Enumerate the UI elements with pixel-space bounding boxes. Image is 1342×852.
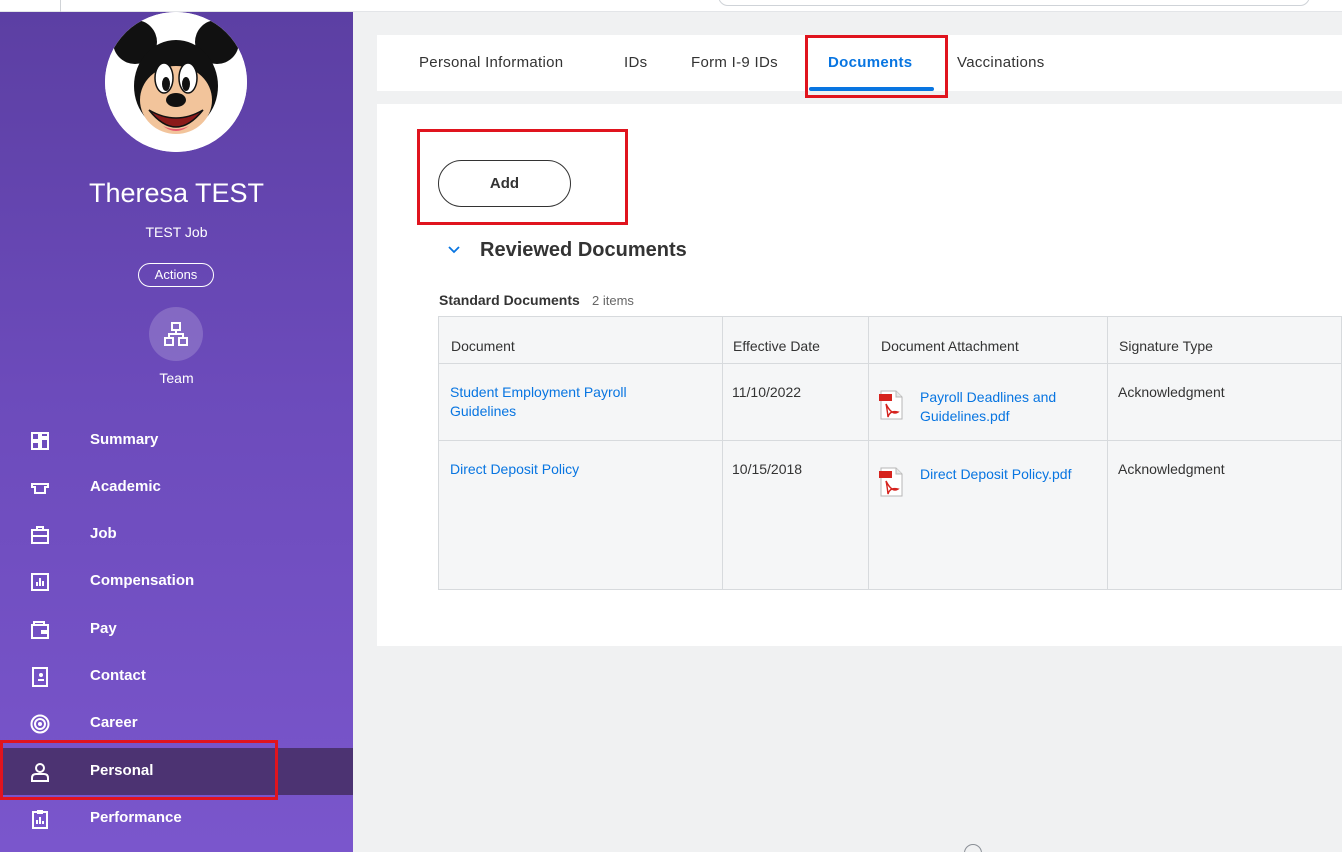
sidebar-item-performance[interactable]: Performance: [0, 795, 353, 842]
sidebar-item-label: Summary: [90, 431, 159, 448]
document-link-line: Guidelines: [450, 403, 517, 419]
tab-ids[interactable]: IDs: [624, 35, 647, 91]
add-button-highlight: [417, 129, 628, 225]
column-divider: [868, 317, 869, 589]
sidebar-item-pay[interactable]: Pay: [0, 606, 353, 653]
avatar[interactable]: [105, 12, 247, 152]
briefcase-icon: [31, 526, 49, 544]
loading-indicator-icon: [964, 844, 982, 852]
team-button[interactable]: [149, 307, 203, 361]
team-label: Team: [159, 370, 194, 386]
column-divider: [722, 317, 723, 589]
top-divider: [60, 0, 61, 12]
compensation-chart-icon: [31, 573, 49, 591]
column-divider: [1107, 317, 1108, 589]
column-header-document-attachment[interactable]: Document Attachment: [881, 338, 1019, 354]
clipboard-chart-icon: [32, 810, 48, 829]
attachment-link-line: Direct Deposit Policy.pdf: [920, 466, 1072, 482]
global-search-input[interactable]: [718, 0, 1310, 6]
mickey-avatar-image: [105, 12, 247, 152]
effective-date: 11/10/2022: [732, 384, 802, 400]
sidebar-item-label: Pay: [90, 620, 117, 637]
sidebar-item-academic[interactable]: Academic: [0, 464, 353, 511]
document-link[interactable]: Student Employment Payroll Guidelines: [450, 383, 627, 421]
column-header-signature-type[interactable]: Signature Type: [1119, 338, 1213, 354]
attachment-link-line: Payroll Deadlines and: [920, 389, 1057, 405]
signature-type: Acknowledgment: [1118, 384, 1225, 400]
top-bar: [0, 0, 1342, 12]
column-header-effective-date[interactable]: Effective Date: [733, 338, 820, 354]
personal-nav-highlight: [0, 740, 278, 800]
attachment-link[interactable]: Direct Deposit Policy.pdf: [920, 465, 1071, 484]
tab-vaccinations[interactable]: Vaccinations: [957, 35, 1045, 91]
worker-name: Theresa TEST: [88, 178, 265, 208]
section-title: Reviewed Documents: [480, 239, 687, 261]
column-header-document[interactable]: Document: [451, 338, 515, 354]
sidebar-item-summary[interactable]: Summary: [0, 417, 353, 464]
documents-tab-highlight: [805, 35, 948, 98]
academic-cap-icon: [31, 483, 49, 494]
document-link[interactable]: Direct Deposit Policy: [450, 460, 579, 479]
pdf-file-icon: [879, 467, 903, 497]
worker-job-title: TEST Job: [145, 224, 208, 240]
sidebar-item-label: Contact: [90, 667, 146, 684]
sidebar-item-label: Compensation: [90, 572, 195, 589]
documents-table: Document Effective Date Document Attachm…: [438, 316, 1342, 590]
attachment-link[interactable]: Payroll Deadlines and Guidelines.pdf: [920, 388, 1056, 426]
tab-form-i9-ids[interactable]: Form I-9 IDs: [691, 35, 778, 91]
sidebar-item-label: Job: [90, 525, 117, 542]
target-icon: [30, 714, 50, 734]
chevron-down-icon[interactable]: [446, 242, 462, 258]
standard-documents-title: Standard Documents: [439, 292, 580, 308]
signature-type: Acknowledgment: [1118, 461, 1225, 477]
wallet-icon: [31, 621, 49, 639]
contact-book-icon: [32, 667, 48, 687]
actions-button[interactable]: Actions: [138, 263, 214, 287]
row-divider: [439, 363, 1342, 364]
worker-sidebar: Theresa TEST TEST Job Actions Team Summa…: [0, 12, 353, 852]
pdf-file-icon: [879, 390, 903, 420]
effective-date: 10/15/2018: [732, 461, 803, 477]
sidebar-item-label: Academic: [90, 478, 161, 495]
document-link-line: Student Employment Payroll: [450, 384, 627, 400]
row-divider: [439, 440, 1342, 441]
standard-documents-count: 2 items: [592, 293, 634, 308]
summary-grid-icon: [31, 432, 49, 450]
sidebar-item-compensation[interactable]: Compensation: [0, 558, 353, 605]
sidebar-item-contact[interactable]: Contact: [0, 653, 353, 700]
sidebar-item-label: Career: [90, 714, 138, 731]
document-link-line: Direct Deposit Policy: [450, 461, 580, 477]
tab-personal-information[interactable]: Personal Information: [419, 35, 563, 91]
attachment-link-line: Guidelines.pdf: [920, 408, 1010, 424]
sidebar-item-label: Performance: [90, 809, 182, 826]
team-hierarchy-icon: [164, 322, 188, 346]
sidebar-item-job[interactable]: Job: [0, 511, 353, 558]
